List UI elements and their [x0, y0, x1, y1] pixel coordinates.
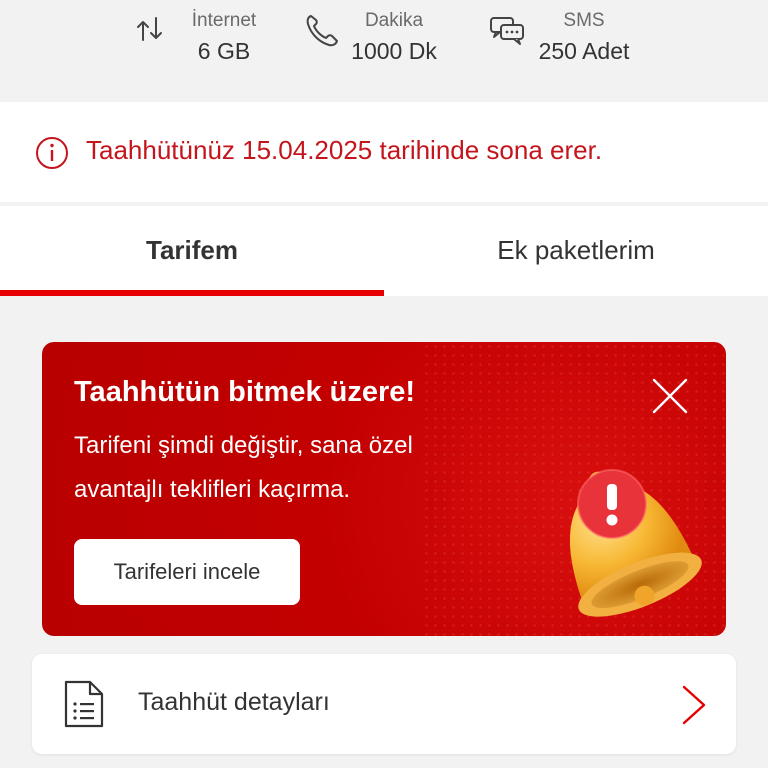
- minutes-value: 1000 Dk: [351, 38, 437, 64]
- commitment-details-row[interactable]: Taahhüt detayları: [32, 654, 736, 754]
- tab-tarifem[interactable]: Tarifem: [0, 206, 384, 296]
- view-tariffs-button[interactable]: Tarifeleri incele: [74, 539, 300, 605]
- usage-summary: İnternet 6 GB Dakika 1000 Dk SMS 250 Ade…: [0, 0, 768, 100]
- tab-bar: Tarifem Ek paketlerim: [0, 206, 768, 296]
- info-icon: [36, 137, 68, 169]
- tab-ek-paketlerim[interactable]: Ek paketlerim: [384, 206, 768, 296]
- notice-text: Taahhütünüz 15.04.2025 tarihinde sona er…: [86, 135, 603, 165]
- internet-label: İnternet: [191, 10, 257, 31]
- promo-description-line-1: Tarifeni şimdi değiştir, sana özel: [74, 432, 413, 459]
- sms-label: SMS: [563, 10, 605, 31]
- internet-value: 6 GB: [197, 38, 251, 64]
- chat-bubbles-icon: [490, 17, 524, 45]
- active-tab-indicator: [0, 290, 384, 296]
- promo-title: Taahhütün bitmek üzere!: [74, 376, 416, 408]
- document-icon: [64, 680, 104, 728]
- chevron-right-icon: [682, 685, 706, 725]
- sms-value: 250 Adet: [538, 38, 630, 64]
- promo-description-line-2: avantajlı teklifleri kaçırma.: [74, 476, 351, 503]
- alert-bell-icon: [569, 469, 702, 617]
- commitment-details-label: Taahhüt detayları: [138, 688, 330, 716]
- close-icon[interactable]: [648, 374, 692, 418]
- promo-banner: Taahhütün bitmek üzere! Tarifeni şimdi d…: [42, 342, 726, 636]
- commitment-notice: Taahhütünüz 15.04.2025 tarihinde sona er…: [0, 102, 768, 202]
- minutes-label: Dakika: [364, 10, 424, 31]
